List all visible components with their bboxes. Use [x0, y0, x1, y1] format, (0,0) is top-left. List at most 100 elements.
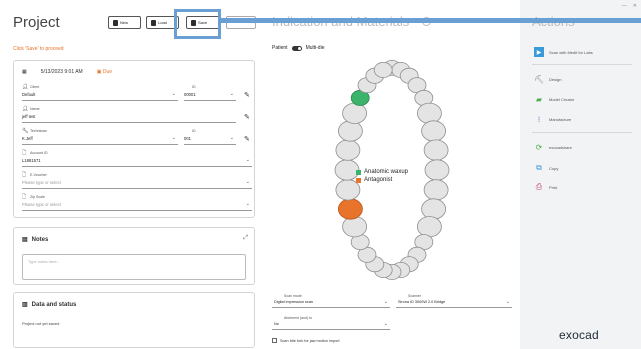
chevron-down-icon: ⌄: [383, 321, 388, 327]
expand-icon[interactable]: ⤢: [243, 235, 248, 242]
name-field[interactable]: 👤︎ Name jeff test: [22, 106, 236, 123]
project-panel: Project New Load Save Click 'Save' to pr…: [8, 0, 256, 349]
abutment-label: Abutment (and) to: [284, 316, 313, 320]
tooth[interactable]: [337, 120, 363, 142]
project-date[interactable]: 5/13/2023 9:01 AM: [41, 69, 83, 75]
evoucher-field[interactable]: 🗋︎ E-Voucher Please type or select ⌄: [22, 172, 252, 189]
divider: [532, 132, 632, 133]
client-value: Default: [22, 92, 36, 97]
person-icon: 👤︎: [22, 84, 29, 90]
technician-id-value: 001: [184, 136, 191, 141]
scan-mode-label: Scan mode: [284, 294, 302, 298]
action-print-label: Print: [549, 184, 558, 190]
document-icon: 🗋︎: [22, 150, 27, 156]
action-exocadshare[interactable]: ⟳ exocadshare: [534, 142, 572, 152]
scanner-select[interactable]: Scanner Sirona ID 3000W 2.0 Bridge ⌄: [396, 294, 512, 308]
edit-technician-icon[interactable]: ✎: [244, 135, 250, 143]
patient-multidie-toggle[interactable]: [291, 45, 302, 51]
account-id-field[interactable]: 🗋︎ Account ID L1881571 ⌄: [22, 150, 252, 167]
action-design[interactable]: ⛏ Design: [534, 74, 562, 84]
chevron-down-icon: ⌄: [229, 91, 234, 97]
account-id-value: L1881571: [22, 158, 41, 163]
client-id-value: 00001: [184, 92, 196, 97]
document-icon: 🗋︎: [22, 194, 27, 200]
action-manufacture-label: Manufacture: [549, 116, 572, 122]
zip-scale-field[interactable]: 🗋︎ Zip Scale Please type or select ⌄: [22, 194, 252, 211]
chevron-down-icon: ⌄: [383, 299, 388, 305]
document-icon: 🗋︎: [22, 172, 27, 178]
bite-fork-checkbox[interactable]: [272, 338, 277, 343]
action-share-label: exocadshare: [549, 144, 572, 150]
notes-icon: ▤: [22, 237, 28, 243]
antagonist-swatch: [356, 177, 361, 183]
technician-label: Technician: [30, 129, 47, 133]
status-card: ▥ Data and status Project not yet saved: [13, 292, 255, 348]
due-label: Due: [102, 69, 113, 75]
evoucher-placeholder: Please type or select: [22, 180, 61, 185]
client-id-field[interactable]: ID 00001 ⌄: [184, 85, 236, 101]
tooth-antagonist[interactable]: [337, 198, 363, 220]
patient-mode-toggle-row: Patient Multi-die: [272, 45, 324, 51]
tooth[interactable]: [421, 198, 446, 220]
tooth[interactable]: [417, 216, 442, 238]
new-button[interactable]: New: [108, 16, 141, 29]
action-copy[interactable]: ⧉ Copy: [534, 163, 558, 173]
technician-field[interactable]: 🔧︎ Technician K.Jeff ⌄: [22, 128, 178, 145]
tooth[interactable]: [423, 179, 449, 201]
evoucher-label: E-Voucher: [30, 173, 47, 177]
scanner-label: Scanner: [408, 294, 422, 298]
notes-placeholder: Type notes here...: [28, 259, 61, 264]
legend-item-waxup: Anatomic waxup: [356, 168, 408, 176]
abutment-select[interactable]: Abutment (and) to No ⌄: [272, 316, 390, 330]
scan-icon: ▶: [534, 47, 544, 57]
action-copy-label: Copy: [549, 165, 559, 171]
project-details-card: ▦ 5/13/2023 9:01 AM ▣ Due 👤︎ Client Defa…: [13, 60, 255, 218]
tooth[interactable]: [342, 216, 368, 238]
action-scan[interactable]: ▶ Scan with Medit for Labs: [534, 47, 593, 57]
tooth[interactable]: [342, 102, 368, 124]
action-manufacture[interactable]: ⁝ Manufacture: [534, 114, 572, 124]
action-scan-label: Scan with Medit for Labs: [549, 49, 593, 55]
tooth[interactable]: [424, 159, 450, 181]
tooth[interactable]: [417, 102, 442, 124]
abutment-value: No: [274, 322, 279, 326]
scanner-value: Sirona ID 3000W 2.0 Bridge: [398, 300, 446, 304]
status-title: Data and status: [31, 301, 77, 308]
legend-antagonist-label: Antagonist: [364, 177, 393, 183]
minimize-icon[interactable]: —: [622, 3, 627, 9]
waxup-swatch: [356, 169, 361, 175]
manufacture-icon: ⁝: [537, 114, 541, 124]
action-print[interactable]: ⎙ Print: [534, 182, 557, 192]
edit-client-icon[interactable]: ✎: [244, 91, 250, 99]
client-field[interactable]: 👤︎ Client Default ⌄: [22, 84, 178, 101]
technician-id-field[interactable]: ID 001 ⌄: [184, 129, 236, 145]
divider: [532, 64, 632, 65]
action-model-creator-label: Model Creator: [549, 96, 575, 102]
load-button-label: Load: [158, 20, 167, 25]
multidie-label: Multi-die: [305, 45, 325, 51]
client-id-label: ID: [192, 85, 196, 89]
legend: Anatomic waxup Antagonist: [356, 168, 408, 184]
bite-fork-checkbox-row[interactable]: Scan bite fork for jaw motion import: [272, 338, 340, 343]
folder-icon: [151, 19, 156, 26]
notes-input[interactable]: Type notes here...: [22, 254, 246, 280]
tooth[interactable]: [423, 139, 449, 161]
model-creator-icon: ▰: [535, 94, 543, 104]
technician-value: K.Jeff: [22, 136, 33, 141]
edit-name-icon[interactable]: ✎: [244, 113, 250, 121]
chevron-down-icon: ⌄: [229, 135, 234, 141]
status-header: ▥ Data and status: [22, 301, 77, 309]
close-icon[interactable]: ✕: [633, 3, 637, 9]
due-date-button[interactable]: ▣ Due: [97, 69, 112, 75]
wrench-icon: 🔧︎: [22, 128, 29, 134]
bite-fork-label: Scan bite fork for jaw motion import: [280, 338, 340, 343]
scan-mode-select[interactable]: Scan mode Digital impression scan ⌄: [272, 294, 390, 308]
tooth[interactable]: [335, 139, 361, 161]
technician-id-label: ID: [192, 129, 196, 133]
tooth[interactable]: [421, 120, 446, 142]
copy-icon: ⧉: [536, 163, 542, 172]
save-highlight-pointer: [221, 18, 641, 23]
scan-mode-value: Digital impression scan: [274, 300, 314, 304]
action-model-creator[interactable]: ▰ Model Creator: [534, 94, 574, 104]
tooth[interactable]: [373, 62, 393, 78]
